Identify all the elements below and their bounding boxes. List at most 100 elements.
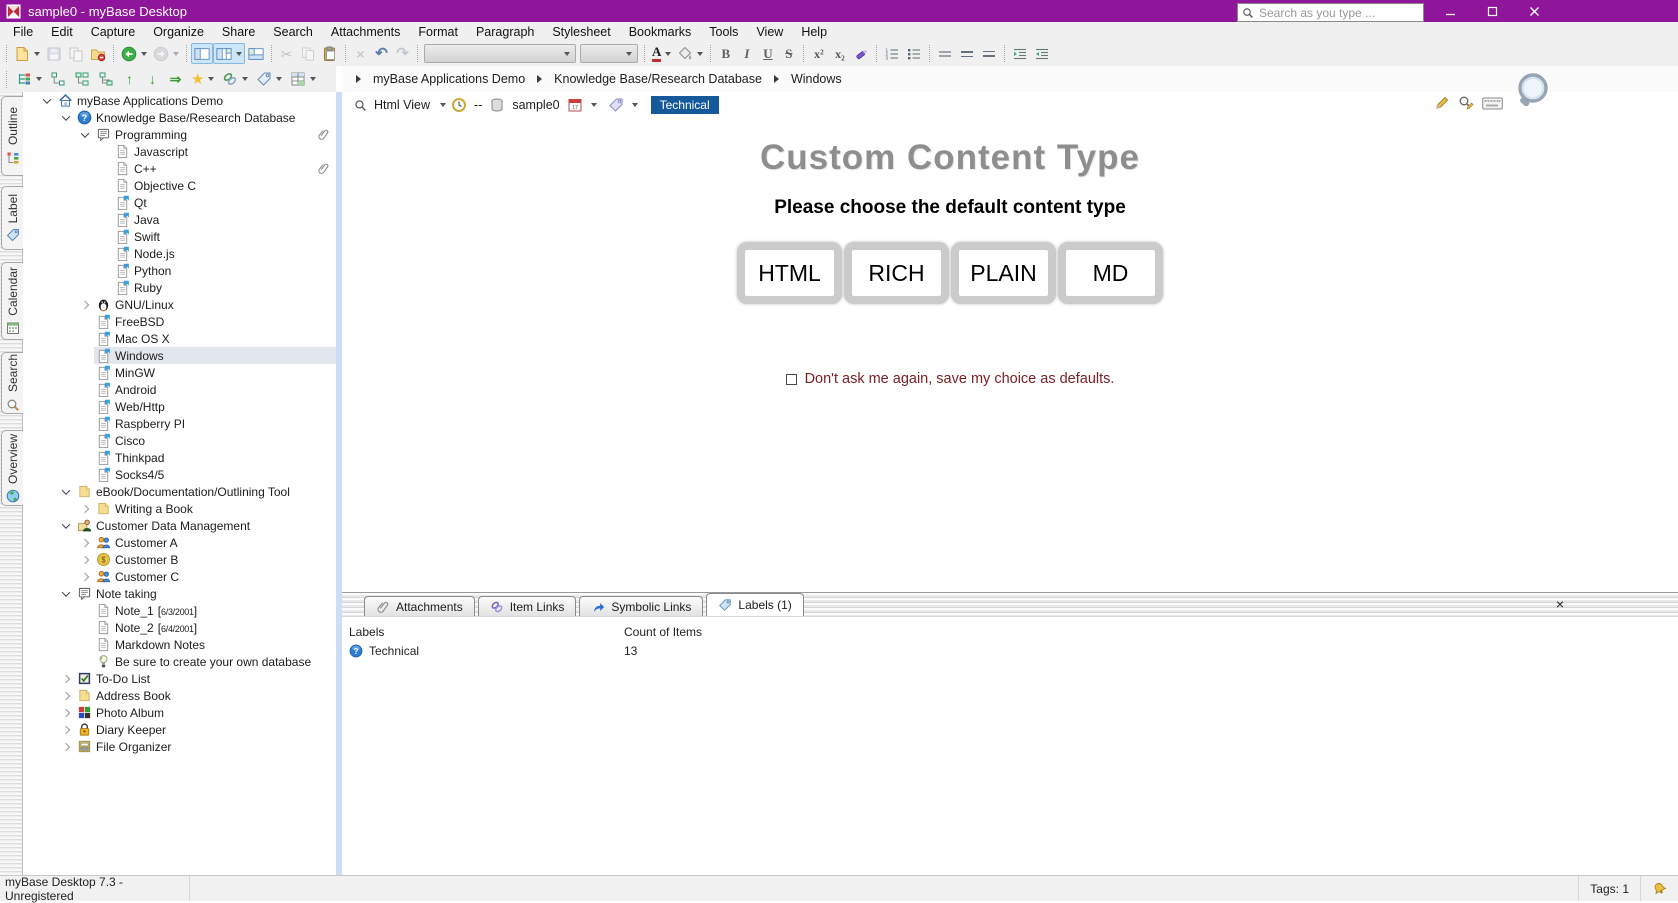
superscript-button[interactable]: x² <box>808 43 829 64</box>
tree-item-body[interactable]: Diary Keeper <box>75 721 336 738</box>
tree-item[interactable]: ?Knowledge Base/Research Database <box>23 109 336 126</box>
status-bell-cell[interactable] <box>1640 876 1678 901</box>
node-link-button[interactable] <box>47 69 69 90</box>
sidebar-tab-overview[interactable]: Overview <box>1 430 23 506</box>
tree-item[interactable]: Socks4/5 <box>23 466 336 483</box>
label-picker-icon[interactable] <box>608 97 624 113</box>
layout-split-button[interactable] <box>213 43 245 64</box>
tree-item[interactable]: GNU/Linux <box>23 296 336 313</box>
tree-expander[interactable] <box>56 523 75 529</box>
tree-item[interactable]: $Customer B <box>23 551 336 568</box>
tree-expander[interactable] <box>75 557 94 563</box>
maximize-button[interactable] <box>1480 2 1506 20</box>
column-header[interactable]: Labels <box>349 625 624 639</box>
edit-pencil-icon[interactable] <box>1434 95 1450 111</box>
tree-item[interactable]: Diary Keeper <box>23 721 336 738</box>
tree-item-body[interactable]: Node.js <box>113 245 336 262</box>
hrule-2-button[interactable] <box>956 43 978 64</box>
panel-tab-labels-1-[interactable]: Labels (1) <box>706 593 803 616</box>
column-header[interactable]: Count of Items <box>624 625 702 639</box>
tree-item[interactable]: Android <box>23 381 336 398</box>
layout-bottom-button[interactable] <box>245 43 267 64</box>
content-type-button-html[interactable]: HTML <box>737 242 842 304</box>
tree-item-body[interactable]: Raspberry PI <box>94 415 336 432</box>
tree-item-body[interactable]: Address Book <box>75 687 336 704</box>
menu-bookmarks[interactable]: Bookmarks <box>620 25 701 39</box>
font-color-button[interactable]: A <box>649 43 674 64</box>
tree-item[interactable]: myBase Applications Demo <box>23 92 336 109</box>
tree-item[interactable]: Cisco <box>23 432 336 449</box>
tree-item[interactable]: Address Book <box>23 687 336 704</box>
tree-item-body[interactable]: Customer C <box>94 568 336 585</box>
tree-expander[interactable] <box>56 489 75 495</box>
strike-button[interactable]: S <box>778 43 799 64</box>
search-box[interactable] <box>1237 3 1424 22</box>
sidebar-tab-label[interactable]: Label <box>1 186 23 250</box>
hrule-1-button[interactable] <box>934 43 956 64</box>
tree-item-body[interactable]: Customer A <box>94 534 336 551</box>
tree-item-body[interactable]: ?Knowledge Base/Research Database <box>75 109 336 126</box>
tree-item-body[interactable]: To-Do List <box>75 670 336 687</box>
subscript-button[interactable]: x₂ <box>829 43 850 64</box>
font-size-combo[interactable] <box>580 44 638 63</box>
tree-item-body[interactable]: GNU/Linux <box>94 296 336 313</box>
link-chain-button[interactable] <box>219 69 251 90</box>
tree-item-body[interactable]: C++ <box>113 160 336 177</box>
menu-search[interactable]: Search <box>264 25 322 39</box>
move-right-button[interactable]: ⇒ <box>165 69 186 90</box>
menu-help[interactable]: Help <box>792 25 836 39</box>
tree-item-body[interactable]: MinGW <box>94 364 336 381</box>
bullet-list-button[interactable] <box>903 43 925 64</box>
tree-item[interactable]: Javascript <box>23 143 336 160</box>
numbered-list-button[interactable]: 123 <box>881 43 903 64</box>
tree-item[interactable]: Note taking <box>23 585 336 602</box>
content-type-button-md[interactable]: MD <box>1058 242 1163 304</box>
tree-item[interactable]: Writing a Book <box>23 500 336 517</box>
tree-item-body[interactable]: Python <box>113 262 336 279</box>
node-sibling-button[interactable] <box>71 69 93 90</box>
tree-expander[interactable] <box>75 574 94 580</box>
menu-attachments[interactable]: Attachments <box>322 25 409 39</box>
tree-item[interactable]: Customer A <box>23 534 336 551</box>
panel-tab-item-links[interactable]: Item Links <box>478 596 577 616</box>
tree-item[interactable]: Customer C <box>23 568 336 585</box>
menu-capture[interactable]: Capture <box>82 25 144 39</box>
sidebar-tab-outline[interactable]: Outline <box>1 96 23 176</box>
panel-tab-attachments[interactable]: Attachments <box>364 596 475 616</box>
redo-button[interactable]: ↷ <box>392 43 413 64</box>
tree-item-body[interactable]: Qt <box>113 194 336 211</box>
tree-expander[interactable] <box>56 693 75 699</box>
tree-item-body[interactable]: $Customer B <box>94 551 336 568</box>
cut-button[interactable]: ✂ <box>276 43 297 64</box>
underline-button[interactable]: U <box>757 43 778 64</box>
tree-expander[interactable] <box>56 591 75 597</box>
paste-button[interactable] <box>319 43 341 64</box>
breadcrumb-item[interactable]: Windows <box>788 72 845 86</box>
menu-share[interactable]: Share <box>213 25 264 39</box>
tree-item[interactable]: Markdown Notes <box>23 636 336 653</box>
tree-item[interactable]: Ruby <box>23 279 336 296</box>
tree-item-body[interactable]: Javascript <box>113 143 336 160</box>
tree-expander[interactable] <box>75 302 94 308</box>
tree-item[interactable]: Qt <box>23 194 336 211</box>
label-badge[interactable]: Technical <box>651 96 719 114</box>
tree-item-body[interactable]: Swift <box>113 228 336 245</box>
tree-expander[interactable] <box>56 744 75 750</box>
indent-decrease-button[interactable] <box>1009 43 1031 64</box>
tree-expander[interactable] <box>37 98 56 104</box>
calendar-caret-icon[interactable] <box>591 103 597 107</box>
tree-item-body[interactable]: Ruby <box>113 279 336 296</box>
tree-item[interactable]: To-Do List <box>23 670 336 687</box>
tree-item[interactable]: Objective C <box>23 177 336 194</box>
tree-item[interactable]: eBook/Documentation/Outlining Tool <box>23 483 336 500</box>
tree-item-body[interactable]: Android <box>94 381 336 398</box>
tree-item-body[interactable]: Customer Data Management <box>75 517 336 534</box>
table-row[interactable]: ?Technical13 <box>342 641 1678 660</box>
menu-paragraph[interactable]: Paragraph <box>467 25 543 39</box>
tree-item[interactable]: Thinkpad <box>23 449 336 466</box>
tree-item-body[interactable]: File Organizer <box>75 738 336 755</box>
bold-button[interactable]: B <box>715 43 736 64</box>
tree-item[interactable]: Mac OS X <box>23 330 336 347</box>
undo-button[interactable]: ↶ <box>371 43 392 64</box>
panel-close-button[interactable]: × <box>1552 596 1568 612</box>
